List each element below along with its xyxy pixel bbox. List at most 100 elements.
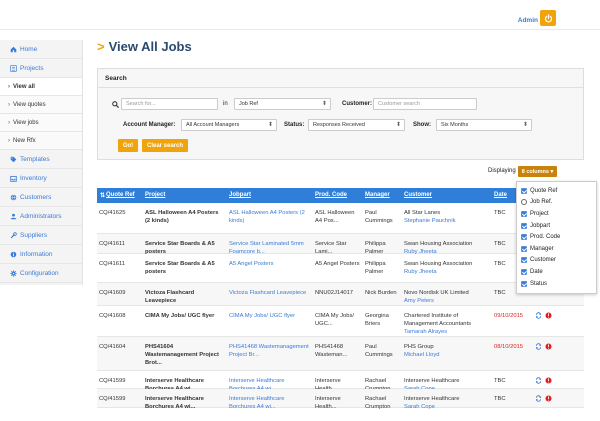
sidebar-item-configuration[interactable]: Configuration: [0, 264, 82, 283]
checkbox[interactable]: [521, 187, 527, 194]
cell-date: 08/10/2015: [494, 344, 524, 350]
column-header-prod-code[interactable]: Prod. Code: [315, 192, 347, 198]
table-row[interactable]: CQ/41611 Service Star Boards & A5 posters…: [97, 234, 584, 255]
customer-contact[interactable]: Ruby Jheeta: [404, 268, 490, 276]
sidebar-item-label: Customers: [20, 193, 52, 201]
table-row[interactable]: CQ/41625 ASL Halloween A4 Posters (2 kind…: [97, 203, 584, 234]
table-row[interactable]: CQ/41599 Interserve Healthcare Borchures …: [97, 389, 584, 411]
customer-contact[interactable]: Tamarah Alrayes: [404, 328, 490, 336]
sidebar-item-administrators[interactable]: Administrators: [0, 207, 82, 226]
account-manager-label: Account Manager:: [123, 122, 176, 128]
cell-jobpart[interactable]: Victoza Flashcard Leavepiece: [229, 289, 311, 297]
column-option[interactable]: Quote Ref: [517, 185, 596, 197]
sidebar-item-customers[interactable]: Customers: [0, 188, 82, 207]
table-row[interactable]: CQ/41599Interserve Healthcare Borchures …: [97, 371, 584, 392]
cell-quote: CQ/41604: [99, 344, 126, 350]
status-select[interactable]: Responses Received: [308, 119, 405, 131]
user-icon: [10, 213, 17, 219]
account-manager-select[interactable]: All Account Managers: [181, 119, 277, 131]
admin-link[interactable]: Admin: [518, 17, 538, 24]
sidebar-item-view-jobs[interactable]: › View jobs: [0, 114, 82, 132]
cell-jobpart[interactable]: PHS41468 Wastemanagement Project Br...: [229, 343, 311, 359]
power-button[interactable]: [540, 10, 556, 26]
column-header-manager[interactable]: Manager: [365, 192, 390, 198]
table-row[interactable]: CQ/41609 Victoza Flashcard Leavepiece Vict…: [97, 283, 584, 306]
cell-code: A5 Angel Posters: [315, 261, 360, 267]
cell-jobpart[interactable]: CIMA My Jobs/ UGC flyer: [229, 312, 311, 320]
column-header-jobpart[interactable]: Jobpart: [229, 192, 251, 198]
customer-search-input[interactable]: Customer search: [373, 98, 477, 110]
search-input[interactable]: Search for...: [121, 98, 218, 110]
sidebar-item-inventory[interactable]: Inventory: [0, 169, 82, 188]
table-row[interactable]: CQ/41608 CIMA My Jobs/ UGC flyer CIMA My J…: [97, 306, 584, 337]
sidebar-item-new-rfx[interactable]: › New Rfx: [0, 132, 82, 150]
column-option[interactable]: Date: [517, 266, 596, 278]
checkbox[interactable]: [521, 210, 527, 217]
customer-contact[interactable]: Amy Peters: [404, 297, 490, 305]
sidebar-item-view-quotes[interactable]: › View quotes: [0, 96, 82, 114]
sidebar-item-projects[interactable]: Projects: [0, 59, 82, 78]
cell-date: TBC: [494, 378, 506, 384]
columns-dropdown: Quote Ref Job Ref. Project Jobpart Prod. Cod…: [516, 181, 597, 294]
sidebar-item-templates[interactable]: Templates: [0, 150, 82, 169]
customer-name: All Star Lanes: [404, 210, 441, 216]
column-option-label: Manager: [530, 245, 554, 252]
alert-icon: [545, 395, 552, 402]
search-panel-header: Search: [98, 69, 583, 88]
refresh-icon[interactable]: [535, 377, 542, 384]
checkbox[interactable]: [521, 234, 527, 241]
row-actions: [535, 377, 552, 384]
chevron-right-icon: ›: [8, 101, 10, 108]
column-header-date[interactable]: Date: [494, 192, 507, 198]
customer-contact[interactable]: Michael Lloyd: [404, 351, 490, 359]
sidebar-item-view-all[interactable]: › View all: [0, 78, 82, 96]
sidebar-item-label: View quotes: [13, 101, 46, 108]
chevron-right-icon: ›: [8, 137, 10, 144]
cell-jobpart[interactable]: Interserve Healthcare Borchures A4 wi...: [229, 395, 311, 411]
sidebar-item-suppliers[interactable]: Suppliers: [0, 226, 82, 245]
customer-contact[interactable]: Stephanie Pauchnik: [404, 217, 490, 225]
checkbox[interactable]: [521, 222, 527, 229]
cell-code: Interserve Health...: [315, 396, 341, 410]
column-option[interactable]: Manager: [517, 243, 596, 255]
column-header-project[interactable]: Project: [145, 192, 165, 198]
checkbox[interactable]: [521, 280, 527, 287]
table-row[interactable]: CQ/41611 Service Star Boards & A5 posters…: [97, 254, 584, 283]
refresh-icon[interactable]: [535, 312, 542, 319]
column-option[interactable]: Jobpart: [517, 220, 596, 232]
sidebar-item-home[interactable]: Home: [0, 40, 82, 59]
globe-icon: [10, 194, 17, 200]
cell-project: Interserve Healthcare Borchures A4 wi...: [145, 396, 204, 410]
column-option[interactable]: Project: [517, 208, 596, 220]
show-select[interactable]: Six Months: [436, 119, 532, 131]
checkbox[interactable]: [521, 245, 527, 252]
customer-contact[interactable]: Sarah Cope: [404, 403, 490, 411]
radio-button[interactable]: [521, 199, 527, 206]
column-option[interactable]: Job Ref.: [517, 197, 596, 209]
cell-manager: Paul Cummings: [365, 210, 393, 224]
cell-jobpart[interactable]: ASL Halloween A4 Posters (2 kinds): [229, 209, 311, 225]
column-header-customer[interactable]: Customer: [404, 192, 432, 198]
power-icon: [544, 13, 552, 22]
checkbox[interactable]: [521, 257, 527, 264]
columns-toggle-button[interactable]: 8 columns ▾: [518, 166, 557, 177]
refresh-icon[interactable]: [535, 395, 542, 402]
column-option[interactable]: Customer: [517, 255, 596, 267]
column-header-quote-ref[interactable]: Quote Ref: [106, 192, 135, 198]
cell-quote: CQ/41599: [99, 396, 126, 402]
sidebar-item-label: Projects: [20, 64, 44, 72]
row-actions: [535, 312, 552, 319]
checkbox[interactable]: [521, 268, 527, 275]
table-row[interactable]: CQ/41604 PHS41604 Wastemanagement Project…: [97, 337, 584, 371]
refresh-icon[interactable]: [535, 343, 542, 350]
go-button[interactable]: Go!: [118, 139, 138, 152]
cell-quote: CQ/41609: [99, 290, 126, 296]
cell-date: TBC: [494, 290, 506, 296]
sidebar-item-information[interactable]: Information: [0, 245, 82, 264]
search-field-select[interactable]: Job Ref: [234, 98, 331, 110]
chevron-right-icon: ›: [8, 83, 10, 90]
cell-jobpart[interactable]: A5 Angel Posters: [229, 260, 311, 268]
column-option[interactable]: Prod. Code: [517, 231, 596, 243]
column-option[interactable]: Status: [517, 278, 596, 290]
clear-search-button[interactable]: Clear search: [142, 139, 188, 152]
